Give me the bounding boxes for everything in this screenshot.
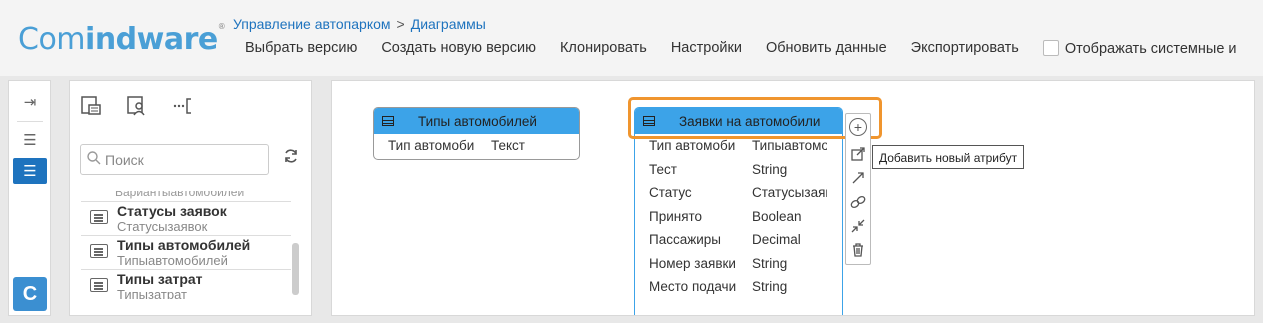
refresh-data-button[interactable]: Обновить данные (766, 40, 887, 57)
rail-divider (17, 121, 43, 122)
toolbar-menu: Выбрать версию Создать новую версию Клон… (245, 40, 1261, 57)
attribute-row[interactable]: Принято Boolean (635, 205, 842, 229)
search-placeholder: Поиск (105, 152, 144, 168)
clone-button[interactable]: Клонировать (560, 40, 647, 57)
table-icon (90, 210, 108, 224)
attribute-row[interactable]: Пассажиры Decimal (635, 228, 842, 252)
entity-title: Типы автомобилей (418, 113, 537, 129)
top-bar: Comindware® Управление автопарком > Диагра… (0, 0, 1263, 76)
left-rail: ⇥ ☰ ☰ C (8, 80, 51, 316)
attribute-row[interactable]: Тест String (635, 158, 842, 182)
attribute-row[interactable]: Номер заявки String (635, 252, 842, 276)
breadcrumb: Управление автопарком > Диаграммы (233, 16, 486, 32)
diagram-canvas[interactable]: Типы автомобилей Тип автомоби Текст Заяв… (331, 80, 1255, 316)
table-icon (90, 278, 108, 292)
collapse-arrows-icon[interactable] (848, 216, 868, 236)
list-scrollbar[interactable] (292, 243, 299, 295)
trash-icon[interactable] (848, 240, 868, 260)
breadcrumb-separator: > (396, 16, 405, 32)
tooltip: Добавить новый атрибут (872, 145, 1025, 169)
attribute-row[interactable]: Статус Статусызаяв (635, 181, 842, 205)
list-item-partial[interactable]: Вариантыавтомобилей (115, 191, 244, 199)
list-item[interactable]: Типы затрат Типызатрат (81, 269, 291, 299)
template-list: Вариантыавтомобилей Статусы заявок Стату… (81, 191, 291, 299)
add-attribute-icon[interactable]: + (849, 118, 867, 136)
show-system-checkbox[interactable] (1042, 40, 1059, 56)
breadcrumb-app[interactable]: Управление автопарком (233, 16, 391, 32)
export-button[interactable]: Экспортировать (911, 40, 1019, 57)
process-template-icon[interactable] (172, 95, 194, 117)
app-logo-icon[interactable]: C (13, 277, 47, 311)
templates-panel: Поиск Вариантыавтомобилей Статусы заявок… (69, 80, 312, 316)
search-icon (87, 151, 101, 168)
checklist-icon[interactable]: ☰ (13, 127, 47, 153)
list-view-icon[interactable]: ☰ (13, 158, 47, 184)
highlight-frame (628, 97, 882, 139)
list-item[interactable]: Статусы заявок Статусызаявок (81, 201, 291, 235)
collapse-icon[interactable]: ⇥ (13, 89, 47, 115)
user-template-icon[interactable] (126, 95, 148, 117)
create-version-button[interactable]: Создать новую версию (381, 40, 536, 57)
comindware-logo[interactable]: Comindware® (18, 22, 226, 57)
breadcrumb-diagrams[interactable]: Диаграммы (411, 16, 486, 32)
arrow-icon[interactable] (848, 168, 868, 188)
entity-header[interactable]: Типы автомобилей (374, 108, 579, 134)
table-icon (382, 116, 394, 126)
select-version-button[interactable]: Выбрать версию (245, 40, 357, 57)
link-icon[interactable] (848, 192, 868, 212)
search-input[interactable]: Поиск (80, 144, 269, 175)
record-template-icon[interactable] (80, 95, 102, 117)
show-system-label: Отображать системные и (1064, 41, 1237, 57)
entity-card[interactable]: Типы автомобилей Тип автомоби Текст (373, 107, 580, 160)
attribute-row[interactable]: Место подачи String (635, 275, 842, 299)
edit-icon[interactable] (848, 144, 868, 164)
list-item[interactable]: Типы автомобилей Типыавтомобилей (81, 235, 291, 269)
table-icon (90, 244, 108, 258)
refresh-icon[interactable] (283, 148, 299, 169)
panel-toolbar (80, 95, 194, 117)
settings-button[interactable]: Настройки (671, 40, 742, 57)
entity-action-bar: + (845, 113, 871, 265)
attribute-row[interactable]: Тип автомоби Текст (374, 134, 579, 158)
show-system-toggle[interactable]: Отображать системные и (1042, 40, 1237, 57)
